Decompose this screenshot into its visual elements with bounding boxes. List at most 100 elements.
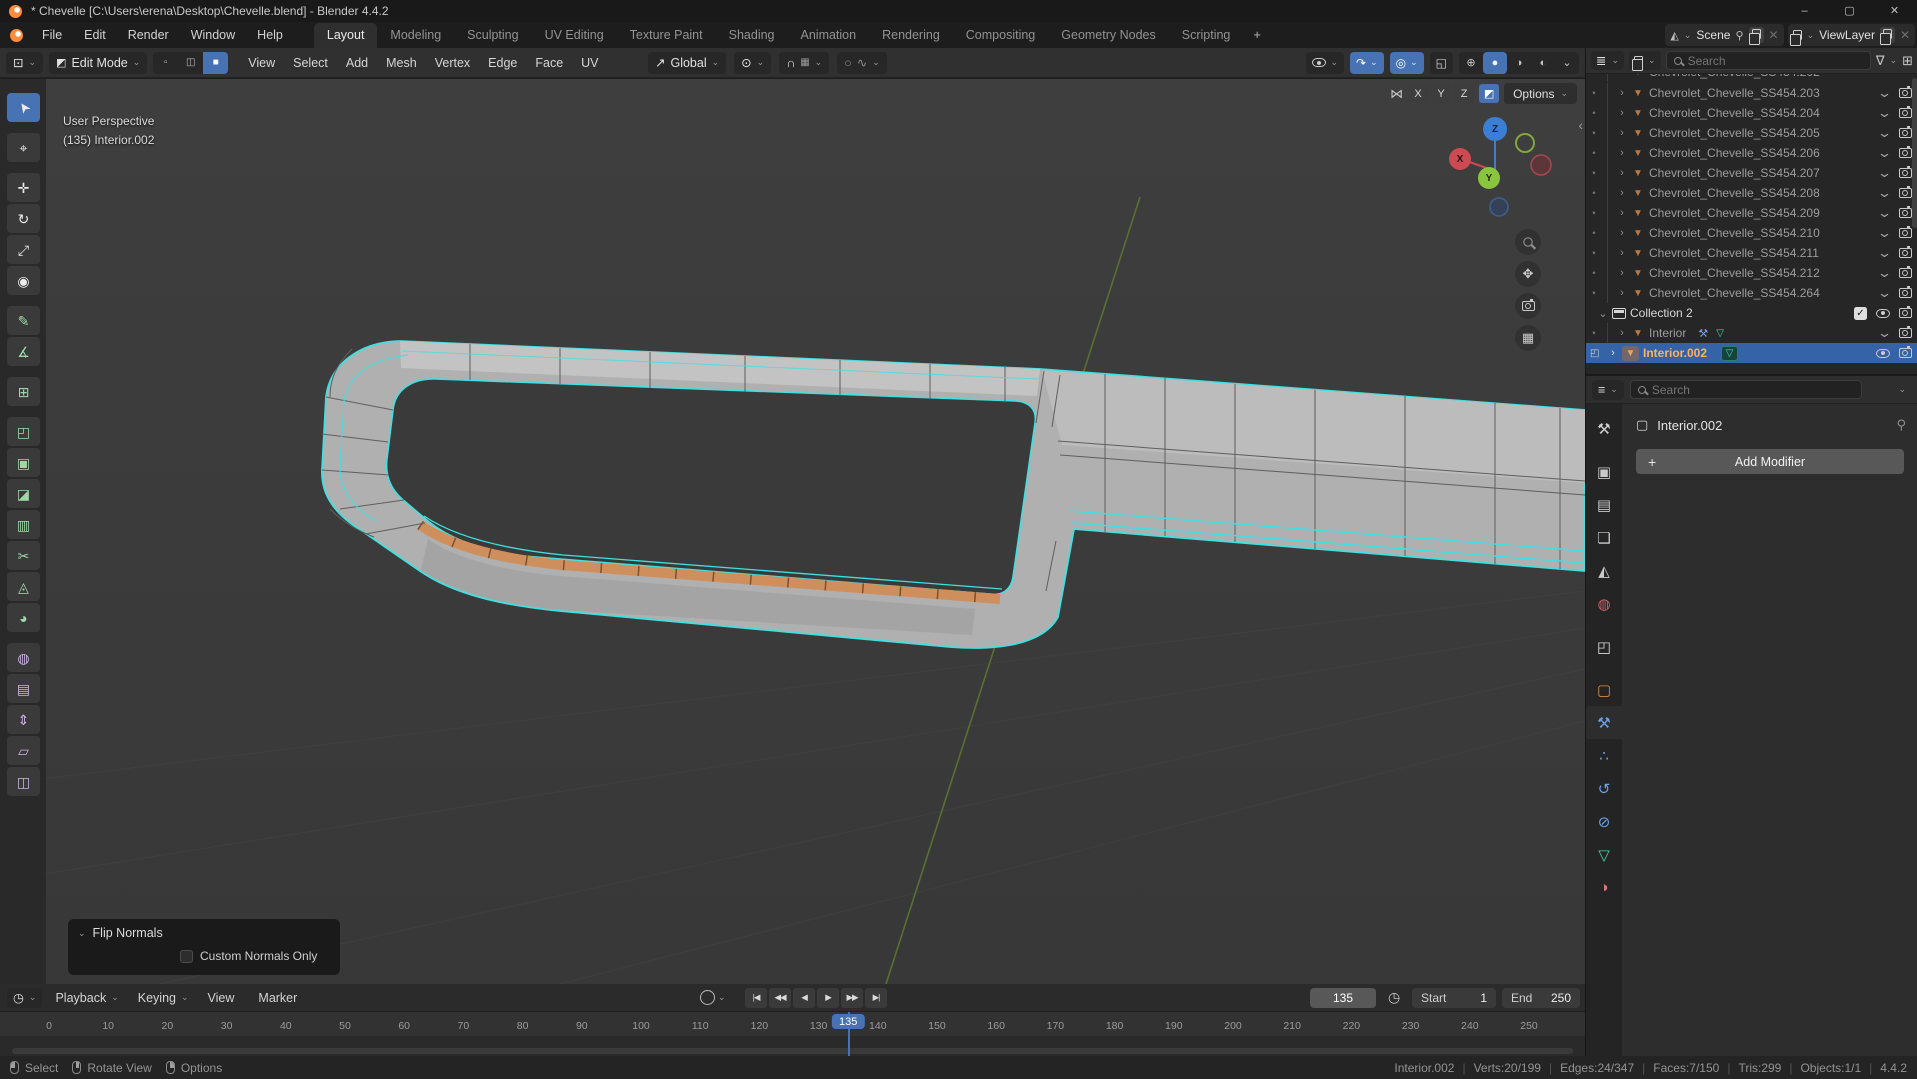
minimize-button[interactable]: – — [1782, 0, 1827, 22]
editor-type-selector[interactable]: ⊡ ⌄ — [6, 51, 44, 74]
new-collection-icon[interactable]: ⊞ — [1902, 53, 1913, 69]
material-preview-button[interactable]: ◑ — [1507, 52, 1531, 74]
outliner-scrollbar[interactable] — [1912, 78, 1917, 228]
tab-particles[interactable]: ∴ — [1586, 739, 1622, 772]
expand-icon[interactable]: › — [1617, 287, 1627, 299]
mesh-canvas[interactable] — [0, 79, 1585, 984]
timeline-editor-selector[interactable]: ◷ ⌄ — [7, 987, 43, 1008]
outliner-item[interactable]: • › ▼ Chevrolet_Chevelle_SS454.209 ⌄ — [1586, 203, 1917, 223]
outliner-editor-selector[interactable]: ≣ ⌄ — [1591, 51, 1625, 70]
outliner-item[interactable]: • › ▼ Chevrolet_Chevelle_SS454.264 ⌄ — [1586, 283, 1917, 303]
play-reverse-button[interactable]: ◀ — [793, 987, 815, 1008]
render-visibility-icon[interactable] — [1899, 145, 1912, 158]
hide-viewport-icon[interactable]: ⌄ — [1877, 246, 1892, 259]
expand-icon[interactable]: › — [1617, 107, 1627, 119]
expand-icon[interactable]: › — [1617, 87, 1627, 99]
solid-shading-button[interactable]: ● — [1483, 51, 1507, 74]
current-frame-badge[interactable]: 135 — [832, 1014, 865, 1029]
tool-add-cube[interactable]: ⊞ — [7, 377, 40, 406]
viewport-menu[interactable]: Edge — [480, 53, 525, 73]
outliner-search-input[interactable] — [1687, 53, 1863, 68]
show-viewport-icon[interactable] — [1876, 308, 1890, 318]
tool-poly-build[interactable]: ◬ — [7, 572, 40, 601]
viewport-menu[interactable]: Add — [338, 53, 376, 73]
hide-viewport-icon[interactable]: ⌄ — [1877, 86, 1892, 99]
outliner-item[interactable]: • › ▼ Chevrolet_Chevelle_SS454.204 ⌄ — [1586, 103, 1917, 123]
outliner-item[interactable]: • › ▼ Chevrolet_Chevelle_SS454.207 ⌄ — [1586, 163, 1917, 183]
edge-select-button[interactable]: ◫ — [178, 51, 204, 74]
expand-icon[interactable]: › — [1617, 167, 1627, 179]
tab-world[interactable]: ◍ — [1586, 587, 1622, 620]
hide-viewport-icon[interactable]: ⌄ — [1877, 186, 1892, 199]
ortho-toggle-button[interactable]: ▦ — [1515, 325, 1541, 351]
jump-to-end-button[interactable]: ▶| — [865, 987, 887, 1008]
menubar-item[interactable]: Edit — [75, 25, 115, 45]
add-modifier-button[interactable]: + Add Modifier — [1636, 449, 1904, 474]
blender-menu-icon[interactable] — [10, 28, 23, 42]
expand-icon[interactable]: › — [1617, 247, 1627, 259]
tab-constraints[interactable]: ⊘ — [1586, 805, 1622, 838]
properties-search[interactable] — [1629, 380, 1862, 399]
tab-output[interactable]: ▤ — [1586, 488, 1622, 521]
pan-button[interactable]: ✥ — [1515, 261, 1541, 287]
workspace-tab[interactable]: Geometry Nodes — [1048, 23, 1168, 48]
timeline-menu[interactable]: Keying ⌄ — [130, 988, 197, 1008]
properties-search-input[interactable] — [1651, 382, 1854, 397]
show-viewport-icon[interactable] — [1876, 348, 1890, 358]
frame-end-field[interactable]: End 250 — [1502, 987, 1580, 1008]
remove-view-layer-button[interactable]: ✕ — [1900, 28, 1910, 42]
hide-viewport-icon[interactable]: ⌄ — [1877, 226, 1892, 239]
expand-icon[interactable]: › — [1617, 187, 1627, 199]
tab-collection[interactable]: ◰ — [1586, 630, 1622, 663]
mode-selector[interactable]: ◩ Edit Mode ⌄ — [49, 51, 148, 74]
breadcrumb-object-name[interactable]: Interior.002 — [1657, 418, 1722, 433]
expand-icon[interactable]: › — [1608, 347, 1618, 359]
viewport-menu[interactable]: Face — [527, 53, 571, 73]
timeline-menu[interactable]: Marker — [250, 988, 310, 1008]
hide-viewport-icon[interactable]: ⌄ — [1877, 146, 1892, 159]
expand-icon[interactable]: › — [1617, 147, 1627, 159]
viewport-menu[interactable]: UV — [573, 53, 606, 73]
tool-edge-slide[interactable]: ▤ — [7, 674, 40, 703]
render-visibility-icon[interactable] — [1899, 325, 1912, 338]
next-keyframe-button[interactable]: ▶▶ — [841, 987, 863, 1008]
outliner-item-clipped[interactable]: • › ▼ Chevrolet_Chevelle_SS454.202 — [1586, 74, 1917, 82]
chevron-down-icon[interactable]: ⌄ — [78, 928, 86, 939]
viewport-menu[interactable]: Vertex — [427, 53, 478, 73]
outliner-item[interactable]: • › ▼ Chevrolet_Chevelle_SS454.208 ⌄ — [1586, 183, 1917, 203]
expand-icon[interactable]: › — [1617, 127, 1627, 139]
collapse-icon[interactable]: ⌄ — [1598, 307, 1608, 320]
timeline-menu[interactable]: Playback ⌄ — [47, 988, 126, 1008]
timeline-menu[interactable]: View — [200, 988, 248, 1008]
viewport-menu[interactable]: Select — [285, 53, 336, 73]
scene-selector[interactable]: ◭ ⌄ Scene ⚲ ✕ — [1665, 24, 1784, 46]
proportional-edit-controls[interactable]: ○ ∿ ⌄ — [837, 51, 887, 74]
render-visibility-icon[interactable] — [1899, 225, 1912, 238]
tool-shrink-fatten[interactable]: ⇕ — [7, 705, 40, 734]
tool-smooth[interactable]: ◍ — [7, 643, 40, 672]
hide-viewport-icon[interactable]: ⌄ — [1877, 266, 1892, 279]
timeline-tracks[interactable] — [0, 1036, 1585, 1056]
tool-measure[interactable]: ∡ — [7, 337, 40, 366]
tool-move[interactable]: ✛ — [7, 173, 40, 202]
tab-tool[interactable]: ⚒ — [1586, 412, 1622, 445]
navigation-gizmo[interactable]: Z X Y ✥ ▦ — [1437, 101, 1567, 361]
hide-viewport-icon[interactable]: ⌄ — [1877, 206, 1892, 219]
outliner-item[interactable]: • › ▼ Chevrolet_Chevelle_SS454.210 ⌄ — [1586, 223, 1917, 243]
hide-viewport-icon[interactable]: ⌄ — [1877, 166, 1892, 179]
tab-modifiers[interactable]: ⚒ — [1586, 706, 1622, 739]
xray-toggle[interactable]: ◱ — [1429, 51, 1453, 74]
tool-spin[interactable]: ◕ — [7, 603, 40, 632]
workspace-tab[interactable]: UV Editing — [532, 23, 617, 48]
play-forward-button[interactable]: ▶ — [817, 987, 839, 1008]
sidebar-collapse-arrow[interactable]: ‹ — [1578, 117, 1583, 133]
maximize-button[interactable]: ▢ — [1827, 0, 1872, 22]
tool-rip-region[interactable]: ◫ — [7, 767, 40, 796]
tab-scene[interactable]: ◭ — [1586, 554, 1622, 587]
tool-bevel[interactable]: ◪ — [7, 479, 40, 508]
transform-orientation-selector[interactable]: ↗ Global ⌄ — [648, 51, 727, 74]
collection-checkbox[interactable]: ✓ — [1854, 306, 1867, 320]
render-visibility-icon[interactable] — [1899, 165, 1912, 178]
outliner-display-mode[interactable]: ⌄ — [1629, 51, 1661, 71]
gizmo-x-axis[interactable]: X — [1449, 148, 1471, 170]
